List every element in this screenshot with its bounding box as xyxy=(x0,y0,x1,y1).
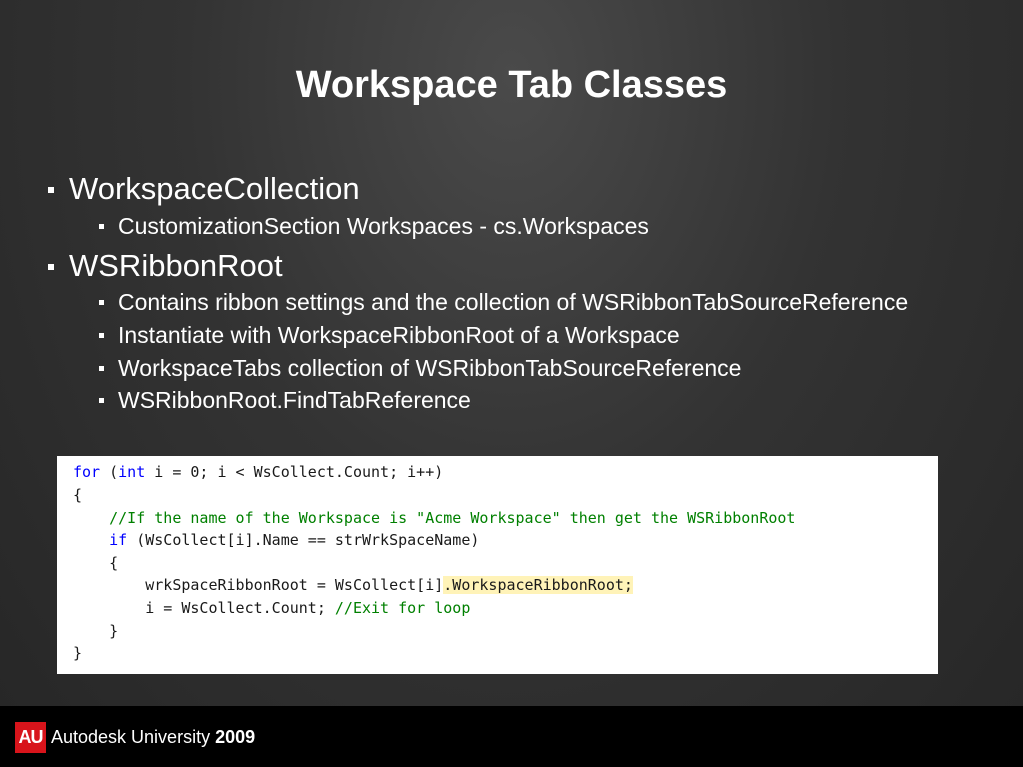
bullet-text: WorkspaceTabs collection of WSRibbonTabS… xyxy=(118,355,742,381)
bullet-text: Contains ribbon settings and the collect… xyxy=(118,289,909,315)
code-line: i = WsCollect.Count; //Exit for loop xyxy=(73,597,470,619)
code-snippet: for (int i = 0; i < WsCollect.Count; i++… xyxy=(57,456,938,674)
code-highlight: .WorkspaceRibbonRoot; xyxy=(443,576,633,594)
code-line: for (int i = 0; i < WsCollect.Count; i++… xyxy=(73,461,443,483)
code-line: if (WsCollect[i].Name == strWrkSpaceName… xyxy=(73,529,479,551)
bullet-ws-ribbon-root: WSRibbonRoot xyxy=(48,248,283,284)
bullet-customization-section: CustomizationSection Workspaces - cs.Wor… xyxy=(99,212,649,240)
bullet-list: WorkspaceCollection CustomizationSection… xyxy=(0,0,1023,440)
bullet-marker xyxy=(99,224,104,229)
code-comment: //Exit for loop xyxy=(334,599,471,617)
code-text: i = WsCollect.Count; xyxy=(145,599,335,617)
brand-year: 2009 xyxy=(215,727,256,747)
au-logo: AU xyxy=(15,722,46,753)
code-line: { xyxy=(73,486,83,504)
code-line: wrkSpaceRibbonRoot = WsCollect[i].Worksp… xyxy=(73,574,633,596)
code-text: ( xyxy=(100,463,119,481)
code-text: wrkSpaceRibbonRoot = WsCollect[i] xyxy=(145,576,444,594)
code-comment: //If the name of the Workspace is "Acme … xyxy=(109,509,796,527)
bullet-text: Instantiate with WorkspaceRibbonRoot of … xyxy=(118,322,680,348)
bullet-workspace-tabs: WorkspaceTabs collection of WSRibbonTabS… xyxy=(99,354,742,382)
bullet-marker xyxy=(48,187,54,193)
code-keyword: if xyxy=(109,531,128,549)
bullet-text: WSRibbonRoot xyxy=(69,248,283,283)
code-keyword: int xyxy=(118,463,146,481)
bullet-instantiate: Instantiate with WorkspaceRibbonRoot of … xyxy=(99,321,680,349)
bullet-marker xyxy=(99,333,104,338)
code-line: { xyxy=(73,554,119,572)
bullet-workspace-collection: WorkspaceCollection xyxy=(48,171,360,207)
code-line: } xyxy=(73,644,83,662)
code-keyword: for xyxy=(73,463,101,481)
brand-text: Autodesk University xyxy=(51,727,211,747)
bullet-marker xyxy=(99,366,104,371)
brand-name: Autodesk University 2009 xyxy=(51,725,255,749)
code-line: //If the name of the Workspace is "Acme … xyxy=(73,507,795,529)
code-text: i = 0; i < WsCollect.Count; i++) xyxy=(145,463,444,481)
code-text: (WsCollect[i].Name == strWrkSpaceName) xyxy=(127,531,480,549)
bullet-find-tab-reference: WSRibbonRoot.FindTabReference xyxy=(99,386,471,414)
code-line: } xyxy=(73,622,119,640)
bullet-contains-ribbon-settings: Contains ribbon settings and the collect… xyxy=(99,288,909,316)
bullet-text: WorkspaceCollection xyxy=(69,171,360,206)
bullet-marker xyxy=(48,264,54,270)
bullet-marker xyxy=(99,300,104,305)
bullet-text: WSRibbonRoot.FindTabReference xyxy=(118,387,471,413)
bullet-marker xyxy=(99,398,104,403)
bullet-text: CustomizationSection Workspaces - cs.Wor… xyxy=(118,213,649,239)
